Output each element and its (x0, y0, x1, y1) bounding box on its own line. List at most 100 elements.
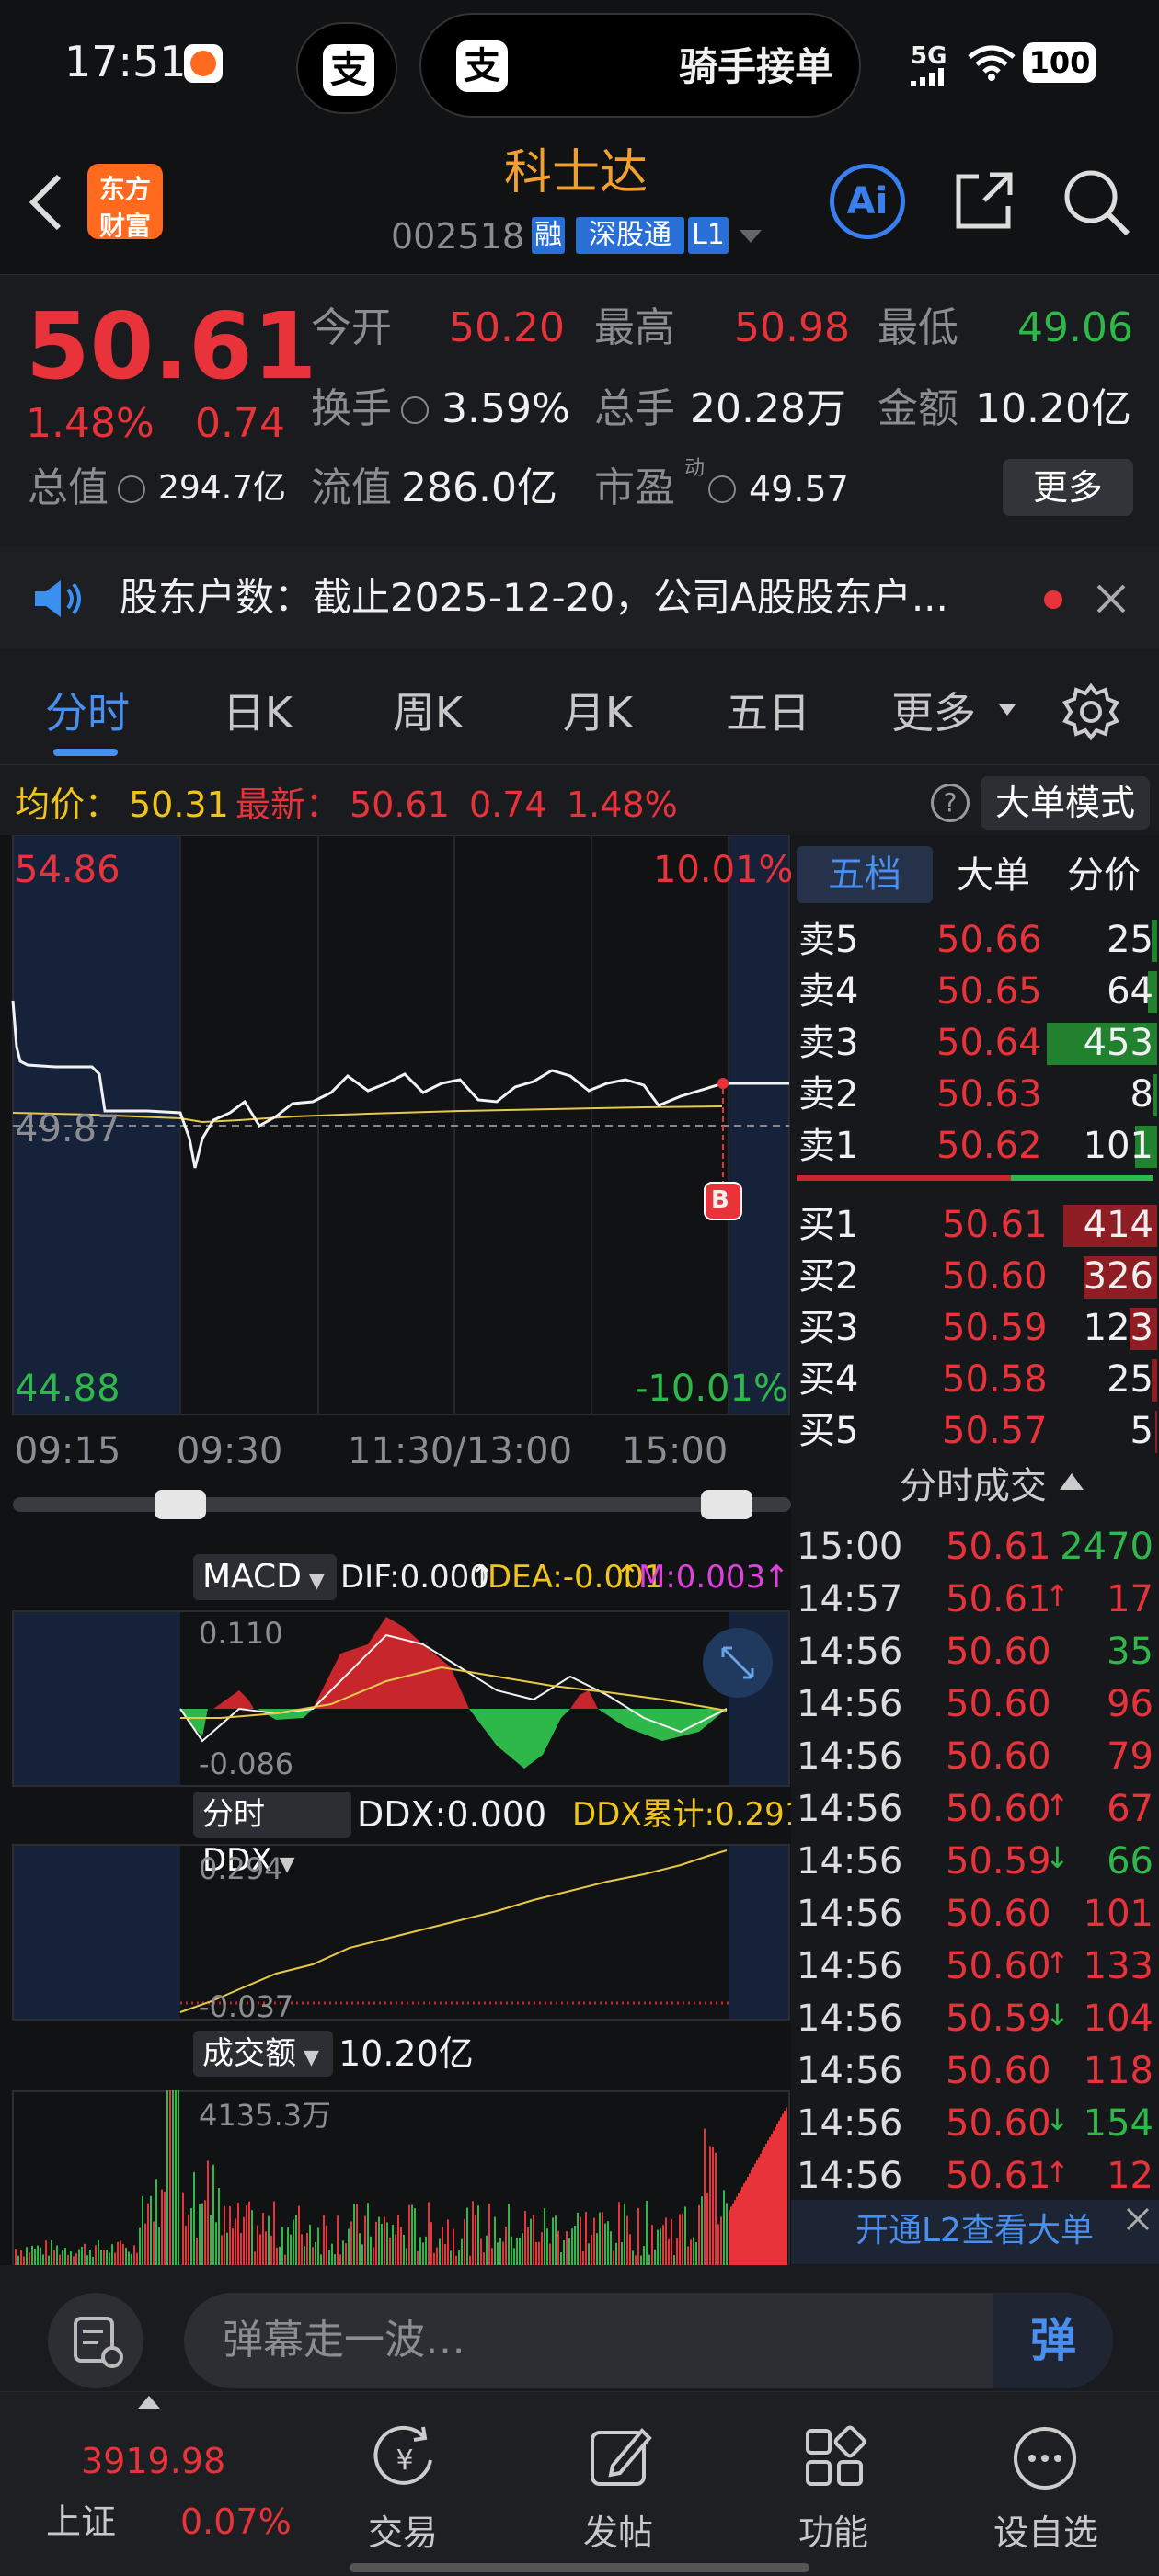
info-dots-icon[interactable] (118, 475, 145, 503)
order-book-panel: 五档 大单 分价 卖5 50.66 25 卖4 50.65 64 卖3 50.64 453 卖2 5… (791, 835, 1159, 2265)
volume-bar (188, 2214, 189, 2265)
danmaku-input[interactable]: 弹幕走一波… 弹 (184, 2293, 1113, 2388)
close-icon[interactable] (1124, 2205, 1152, 2233)
l2-promo-bar[interactable]: 开通L2查看大单 (791, 2200, 1159, 2264)
chevron-up-icon[interactable] (1060, 1473, 1084, 1490)
bid-price: 50.61 (942, 1204, 1048, 1246)
ask-label: 卖1 (798, 1125, 859, 1167)
volume-bar (511, 2236, 512, 2265)
volume-bar (610, 2231, 612, 2265)
volume-bar (295, 2215, 297, 2265)
chevron-down-icon (999, 704, 1016, 716)
tab-monthly[interactable]: 月K (529, 655, 667, 765)
volume-bar (232, 2228, 234, 2265)
ask-price: 50.62 (936, 1125, 1042, 1167)
volume-bar (784, 2111, 786, 2265)
volume-bar (646, 2201, 648, 2265)
volume-bar (34, 2249, 36, 2265)
volume-bar (144, 2223, 146, 2265)
dynamic-island-pill[interactable]: 支 骑手接单 (419, 13, 861, 118)
tab-weekly[interactable]: 周K (359, 655, 497, 765)
help-icon[interactable]: ? (931, 784, 970, 822)
volume-selector[interactable]: 成交额 ▼ (193, 2031, 333, 2077)
volume-bar (408, 2204, 410, 2265)
ask-label: 卖2 (798, 1073, 859, 1116)
volume-value: 20.28万 (690, 385, 846, 432)
volume-bar (715, 2152, 717, 2265)
volume-bar (312, 2247, 314, 2265)
tick-time: 14:56 (797, 1840, 903, 1883)
volume-bar (425, 2236, 427, 2265)
search-icon[interactable] (1060, 166, 1133, 239)
bid-label: 买4 (798, 1358, 859, 1401)
volume-bar (475, 2214, 476, 2265)
volume-bar (632, 2250, 634, 2265)
tick-arrow: ↑ (1045, 1788, 1070, 1823)
volume-bar (662, 2225, 664, 2265)
info-dots-icon[interactable] (401, 396, 429, 424)
tick-row: 14:57 50.61 ↑ 17 (791, 1574, 1159, 1626)
tab-five-day[interactable]: 五日 (699, 655, 837, 765)
tab-more[interactable]: 更多 (869, 655, 998, 765)
volume-bar (304, 2246, 305, 2265)
latest-pct: 1.48% (567, 784, 678, 825)
volume-bar (155, 2179, 157, 2265)
high-value: 50.98 (734, 304, 850, 351)
volume-bar (348, 2228, 350, 2265)
volume-bar (212, 2164, 214, 2265)
volume-bar (740, 2190, 741, 2265)
chevron-down-icon[interactable] (740, 230, 762, 243)
ticks-title[interactable]: 分时成交 (900, 1468, 1047, 1505)
volume-bar (684, 2206, 686, 2265)
macd-selector[interactable]: MACD ▼ (193, 1554, 337, 1600)
danmaku-settings-button[interactable] (48, 2293, 143, 2388)
tick-volume: 101 (1083, 1893, 1153, 1935)
tab-five-level[interactable]: 五档 (797, 846, 933, 903)
tab-big-order[interactable]: 大单 (936, 857, 1050, 894)
ddx-selector[interactable]: 分时DDX ▼ (193, 1792, 351, 1879)
nav-watchlist[interactable]: 设自选 (933, 2392, 1159, 2576)
notice-bar[interactable]: 股东户数：截止2025-12-20，公司A股股东户... (0, 547, 1159, 648)
volume-bar (259, 2234, 261, 2265)
volume-bar (648, 2254, 650, 2265)
ai-button[interactable]: Ai (830, 164, 905, 239)
volume-bar (447, 2219, 449, 2265)
nav-trade[interactable]: ¥ 交易 (287, 2392, 519, 2576)
volume-bar (736, 2196, 738, 2265)
volume-bar (229, 2206, 231, 2265)
volume-bar (411, 2204, 413, 2265)
nav-functions[interactable]: 功能 (717, 2392, 949, 2576)
nav-post[interactable]: 发帖 (502, 2392, 734, 2576)
chart-area[interactable]: 54.86 10.01% 49.87 44.88 -10.01% B 09:15… (0, 835, 804, 2265)
tick-price: 50.60 (946, 1893, 1051, 1935)
tab-daily[interactable]: 日K (189, 655, 327, 765)
big-order-mode-button[interactable]: 大单模式 (981, 776, 1150, 830)
volume-bar (450, 2250, 452, 2265)
danmaku-send-button[interactable]: 弹 (993, 2293, 1113, 2388)
wifi-icon (968, 45, 1016, 81)
volume-bar (403, 2234, 405, 2265)
bid-volume: 25 (1107, 1358, 1153, 1401)
volume-bar (701, 2196, 703, 2265)
nav-watchlist-label: 设自选 (993, 2513, 1098, 2553)
share-icon[interactable] (951, 167, 1017, 234)
volume-bar (665, 2217, 667, 2265)
info-dots-icon[interactable] (708, 475, 736, 503)
volume-bar (671, 2219, 672, 2265)
tab-price-dist[interactable]: 分价 (1047, 857, 1159, 894)
volume-bar (117, 2241, 119, 2265)
back-icon[interactable] (26, 173, 66, 232)
volume-bar (386, 2222, 388, 2265)
tick-time: 14:56 (797, 1945, 903, 1987)
close-icon[interactable] (1095, 582, 1128, 615)
volume-bar (782, 2113, 784, 2265)
more-button[interactable]: 更多 (1003, 459, 1133, 516)
volume-bar (276, 2247, 278, 2265)
nav-index[interactable]: 3919.98 上证 0.07% (0, 2392, 292, 2576)
volume-bar (732, 2203, 734, 2265)
pe-label: 市盈 (594, 464, 675, 511)
alipay-icon[interactable]: 支 (296, 22, 397, 114)
volume-bar (720, 2216, 722, 2265)
settings-gear-icon[interactable] (1061, 682, 1120, 741)
l2-link[interactable]: 开通L2查看大单 (855, 2215, 1094, 2248)
